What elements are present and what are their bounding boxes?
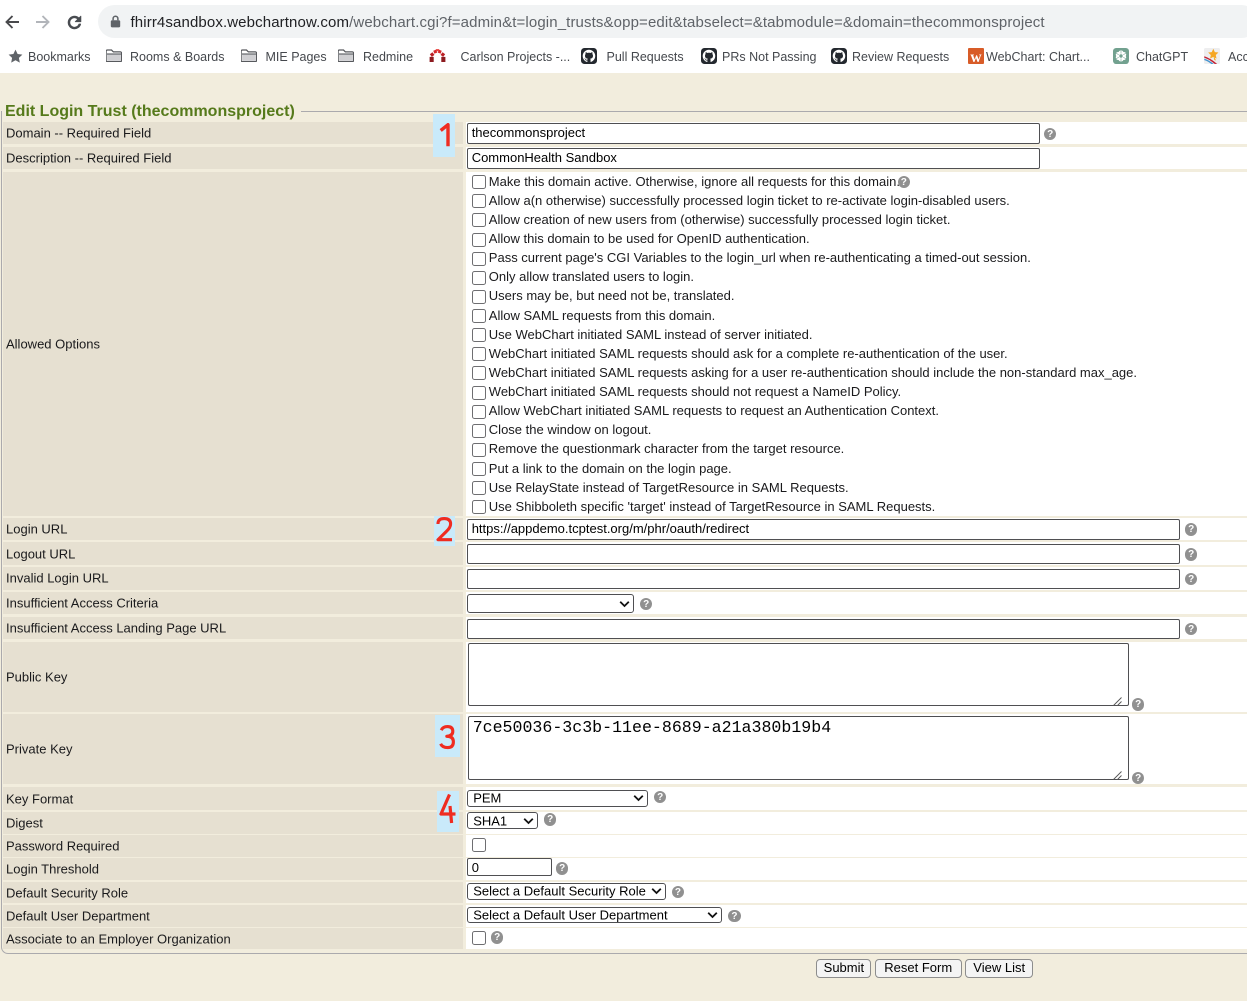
svg-text:w: w xyxy=(970,49,982,64)
